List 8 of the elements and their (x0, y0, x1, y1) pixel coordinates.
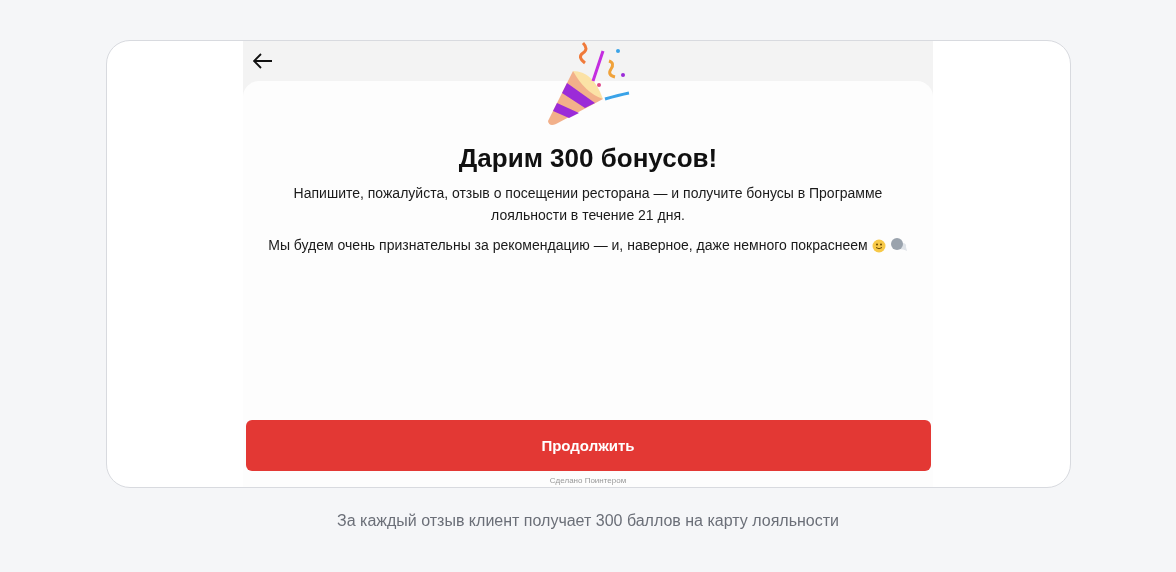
caption-text: За каждый отзыв клиент получает 300 баллов на карту лояльности (337, 512, 839, 530)
description-text: Напишите, пожалуйста, отзыв о посещении ресторана — и получите бонусы в Программе лояльности в течение 21 дня. (292, 184, 884, 225)
back-arrow-icon[interactable] (253, 53, 273, 69)
continue-button[interactable]: Продолжить (245, 420, 931, 471)
page-title: Дарим 300 бонусов! (458, 143, 718, 174)
made-by-text: Сделано Поинтером (549, 476, 627, 485)
description-text: Мы будем очень признательны за рекомендацию — и, наверное, даже немного покраснеем (268, 237, 868, 253)
smiley-icon (871, 239, 886, 254)
